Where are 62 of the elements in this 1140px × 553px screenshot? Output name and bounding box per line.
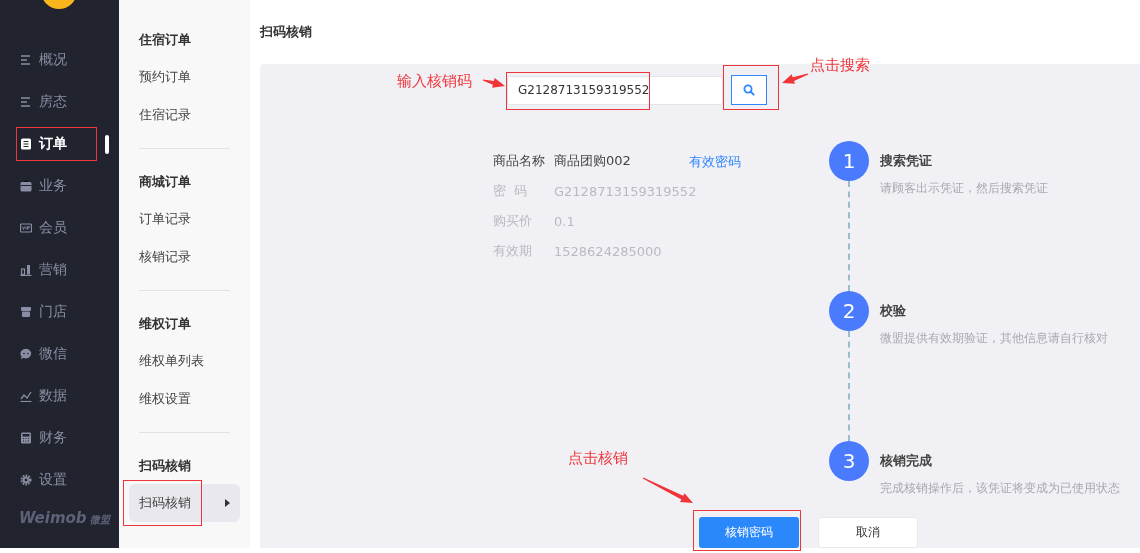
briefcase-icon (20, 180, 32, 192)
document-icon (20, 138, 32, 150)
step-description: 完成核销操作后，该凭证将变成为已使用状态 (880, 481, 1120, 496)
step-title: 搜索凭证 (880, 152, 933, 170)
sidebar-item[interactable]: 订单 (0, 127, 119, 161)
chat-bubble-icon (20, 348, 32, 360)
bar-chart-icon (20, 264, 32, 276)
menu-icon (20, 54, 32, 66)
sidebar-item[interactable]: 房态 (0, 85, 119, 119)
group-heading: 住宿订单 (137, 31, 192, 49)
brand-logo: Weimob (19, 509, 87, 527)
caret-icon (225, 499, 230, 507)
field-label: 商品名称 (493, 152, 546, 170)
field-value: 1528624285000 (554, 243, 662, 259)
search-icon (743, 84, 755, 96)
settings-icon (20, 474, 32, 486)
submenu-item[interactable]: 维权设置 (129, 380, 240, 418)
search-button[interactable] (731, 75, 767, 105)
field-label: 密 码 (493, 182, 529, 200)
menu-icon (20, 96, 32, 108)
step-description: 请顾客出示凭证，然后搜索凭证 (880, 181, 1048, 196)
step-title: 核销完成 (880, 452, 933, 470)
step-number: 1 (829, 141, 869, 181)
sidebar-item[interactable]: 微信 (0, 337, 119, 371)
brand-logo: 微盟 (89, 513, 110, 527)
annotation-text: 点击搜索 (810, 56, 870, 75)
step-number: 2 (829, 291, 869, 331)
sidebar-item[interactable]: 业务 (0, 169, 119, 203)
submenu-item[interactable]: 核销记录 (129, 238, 240, 276)
submenu-item[interactable]: 预约订单 (129, 58, 240, 96)
sidebar-item[interactable]: 会员 (0, 211, 119, 245)
submenu-item[interactable]: 扫码核销 (129, 484, 240, 522)
field-value: 0.1 (554, 213, 575, 229)
sidebar-item[interactable]: 数据 (0, 379, 119, 413)
annotation-text: 点击核销 (568, 449, 628, 468)
field-value: G2128713159319552 (554, 183, 697, 199)
step-number: 3 (829, 441, 869, 481)
sidebar-item[interactable]: 营销 (0, 253, 119, 287)
page-title: 扫码核销 (260, 23, 313, 41)
group-heading: 扫码核销 (137, 457, 192, 475)
active-indicator (105, 135, 109, 154)
sidebar-item[interactable]: 门店 (0, 295, 119, 329)
sidebar-item[interactable]: 概况 (0, 43, 119, 77)
sidebar-item[interactable]: 财务 (0, 421, 119, 455)
cancel-button[interactable]: 取消 (818, 517, 918, 548)
calculator-icon (20, 432, 32, 444)
step-title: 校验 (880, 302, 907, 320)
annotation-text: 输入核销码 (397, 72, 472, 91)
confirm-button[interactable]: 核销密码 (699, 517, 799, 548)
store-icon (20, 306, 32, 318)
line-chart-icon (20, 390, 32, 402)
submenu-item[interactable]: 住宿记录 (129, 96, 240, 134)
vip-card-icon (20, 222, 32, 234)
group-heading: 维权订单 (138, 315, 192, 333)
submenu-item[interactable]: 订单记录 (129, 200, 240, 238)
submenu-item[interactable]: 维权单列表 (129, 342, 240, 380)
search-field[interactable]: G2128713159319552 (507, 75, 723, 105)
status-label: 有效密码 (689, 153, 742, 171)
step-description: 微盟提供有效期验证，其他信息请自行核对 (880, 331, 1108, 346)
field-value: 商品团购002 (554, 152, 631, 170)
group-heading: 商城订单 (138, 173, 192, 191)
sidebar-item[interactable]: 设置 (0, 463, 119, 497)
